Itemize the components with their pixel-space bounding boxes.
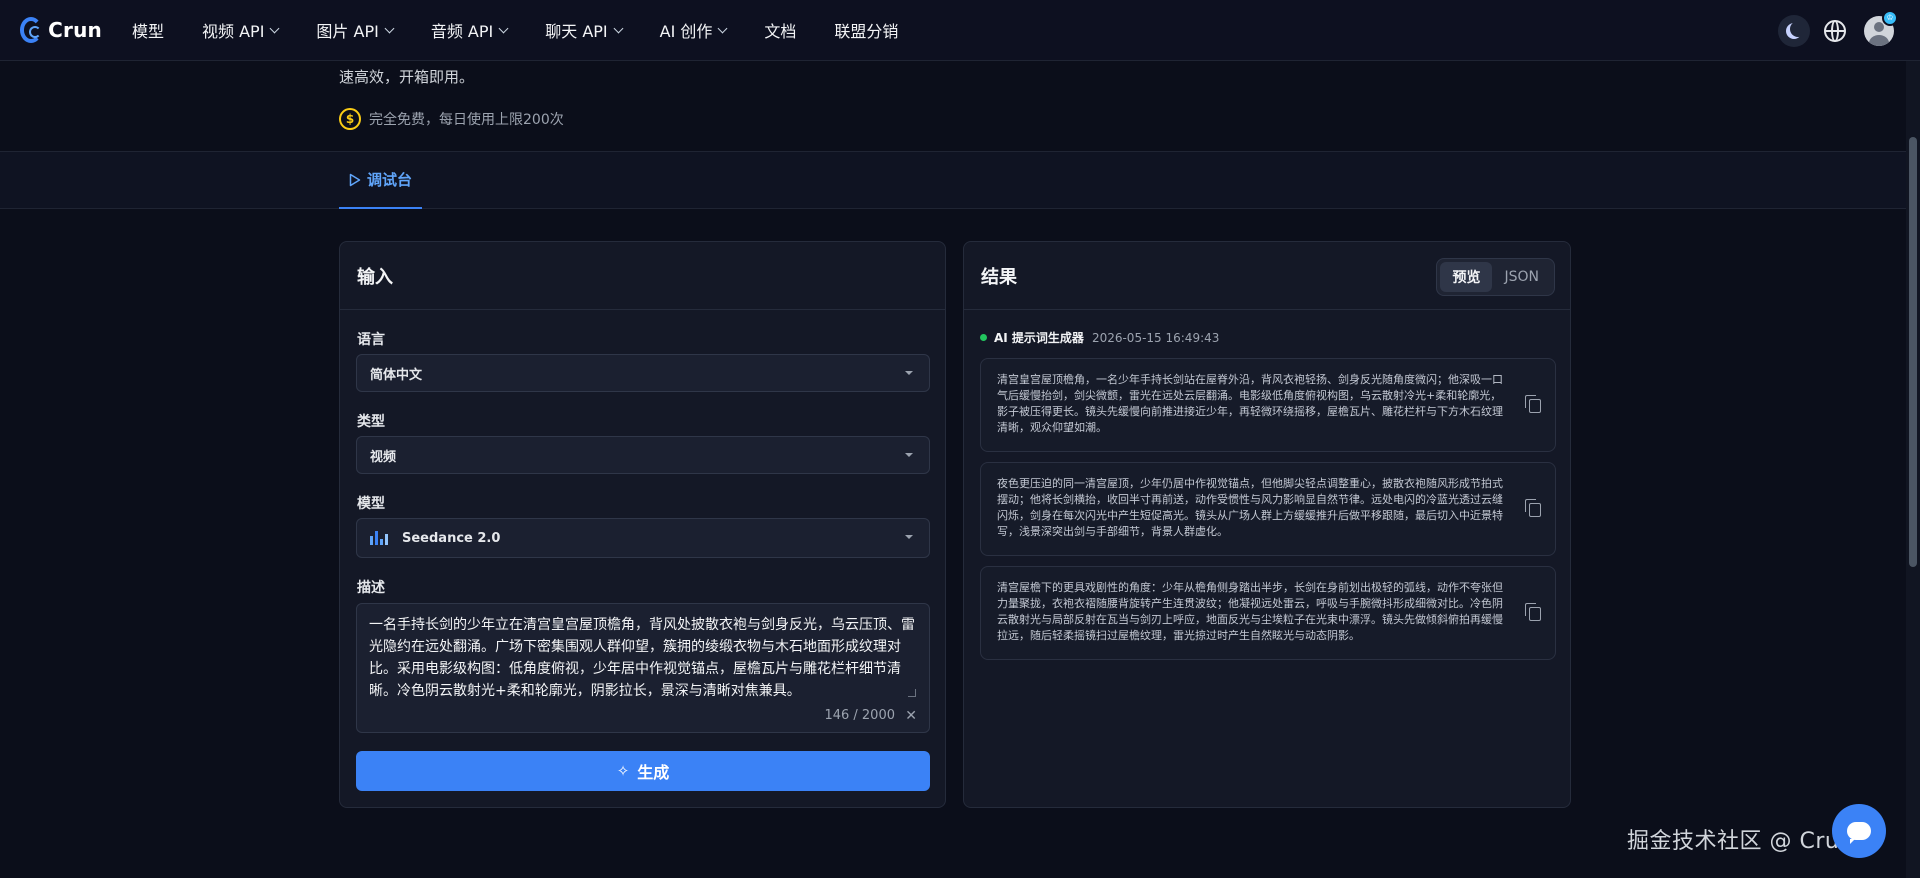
chevron-down-icon bbox=[613, 23, 624, 33]
tab-label: 调试台 bbox=[367, 171, 413, 189]
result-card: 夜色更压迫的同一清宫屋顶，少年仍居中作视觉锚点，但他脚尖轻点调整重心，披散衣袍随… bbox=[980, 462, 1556, 556]
type-label: 类型 bbox=[357, 414, 385, 430]
result-text: 清宫皇宫屋顶檐角，一名少年手持长剑站在屋脊外沿，背风衣袍轻扬、剑身反光随角度微闪… bbox=[997, 373, 1503, 434]
nav-item-label: 文档 bbox=[764, 22, 797, 41]
free-usage-text: 完全免费，每日使用上限200次 bbox=[369, 112, 564, 128]
input-panel: 输入 语言 简体中文 类型 视频 模型 Seedance 2.0 描述 一名手持… bbox=[339, 241, 946, 808]
nav-actions: ♔ bbox=[1778, 0, 1920, 61]
language-select[interactable]: 简体中文 bbox=[356, 354, 930, 392]
result-panel-title: 结果 bbox=[981, 266, 1017, 288]
caret-down-icon bbox=[905, 371, 913, 375]
result-source: AI 提示词生成器 bbox=[994, 331, 1084, 345]
result-text: 夜色更压迫的同一清宫屋顶，少年仍居中作视觉锚点，但他脚尖轻点调整重心，披散衣袍随… bbox=[997, 477, 1503, 538]
chat-support-button[interactable] bbox=[1832, 804, 1886, 858]
generate-label: 生成 bbox=[637, 763, 670, 782]
model-select[interactable]: Seedance 2.0 bbox=[356, 518, 930, 558]
nav-item-label: 音频 API bbox=[430, 22, 494, 41]
chat-bubble-icon bbox=[1847, 822, 1871, 844]
nav-item-label: 图片 API bbox=[316, 22, 379, 41]
description-label: 描述 bbox=[357, 580, 385, 596]
nav-item-image-api[interactable]: 图片 API bbox=[316, 18, 395, 42]
result-panel: 结果 预览 JSON AI 提示词生成器 2026-05-15 16:49:43… bbox=[963, 241, 1571, 808]
theme-toggle-button[interactable] bbox=[1778, 14, 1810, 47]
nav-item-label: 模型 bbox=[132, 22, 165, 41]
model-label: 模型 bbox=[357, 496, 385, 512]
caret-down-icon bbox=[905, 535, 913, 539]
nav-item-label: 聊天 API bbox=[545, 22, 608, 41]
description-textarea[interactable]: 一名手持长剑的少年立在清宫皇宫屋顶檐角，背风处披散衣袍与剑身反光，乌云压顶、雷光… bbox=[356, 603, 930, 733]
play-icon bbox=[349, 173, 361, 186]
copy-icon[interactable] bbox=[1525, 395, 1541, 413]
input-panel-title: 输入 bbox=[357, 266, 393, 288]
page-scrollbar[interactable] bbox=[1906, 61, 1920, 878]
char-counter: 146 / 2000 bbox=[824, 708, 895, 723]
result-card: 清宫皇宫屋顶檐角，一名少年手持长剑站在屋脊外沿，背风衣袍轻扬、剑身反光随角度微闪… bbox=[980, 358, 1556, 452]
input-panel-header: 输入 bbox=[340, 242, 945, 310]
moon-icon bbox=[1790, 21, 1806, 37]
nav-item-affiliate[interactable]: 联盟分销 bbox=[834, 18, 898, 42]
nav-item-video-api[interactable]: 视频 API bbox=[202, 18, 280, 42]
logo-text: Crun bbox=[48, 18, 102, 42]
globe-icon[interactable] bbox=[1824, 19, 1846, 42]
language-value: 简体中文 bbox=[370, 367, 423, 383]
nav-item-docs[interactable]: 文档 bbox=[764, 18, 796, 42]
status-dot-icon bbox=[980, 334, 987, 341]
preview-toggle-button[interactable]: 预览 bbox=[1440, 262, 1493, 292]
nav-item-ai-creation[interactable]: AI 创作 bbox=[659, 18, 728, 42]
nav-item-label: 联盟分销 bbox=[834, 22, 899, 41]
nav-menu: 模型 视频 API 图片 API 音频 API 聊天 API AI 创作 文档 … bbox=[132, 18, 936, 42]
json-toggle-button[interactable]: JSON bbox=[1492, 262, 1551, 292]
clear-icon[interactable]: ✕ bbox=[905, 708, 917, 724]
copy-icon[interactable] bbox=[1525, 499, 1541, 517]
logo[interactable]: Crun bbox=[20, 17, 102, 43]
intro-text: 速高效，开箱即用。 bbox=[339, 68, 475, 86]
model-value: Seedance 2.0 bbox=[402, 530, 501, 546]
view-toggle: 预览 JSON bbox=[1436, 258, 1555, 296]
free-usage-info: $ 完全免费，每日使用上限200次 bbox=[339, 108, 564, 130]
description-text: 一名手持长剑的少年立在清宫皇宫屋顶檐角，背风处披散衣袍与剑身反光，乌云压顶、雷光… bbox=[369, 617, 915, 699]
seedance-model-icon bbox=[370, 531, 390, 545]
nav-item-audio-api[interactable]: 音频 API bbox=[430, 18, 509, 42]
result-card: 清宫屋檐下的更具戏剧性的角度：少年从檐角侧身踏出半步，长剑在身前划出极轻的弧线，… bbox=[980, 566, 1556, 660]
chevron-down-icon bbox=[384, 23, 395, 33]
resize-handle-icon[interactable] bbox=[908, 689, 916, 697]
result-meta: AI 提示词生成器 2026-05-15 16:49:43 bbox=[980, 329, 1219, 346]
nav-item-models[interactable]: 模型 bbox=[132, 18, 164, 42]
language-label: 语言 bbox=[357, 332, 385, 348]
tab-bar: 调试台 bbox=[0, 151, 1906, 209]
crun-logo-icon bbox=[20, 17, 43, 43]
chevron-down-icon bbox=[498, 23, 509, 33]
chevron-down-icon bbox=[269, 23, 280, 33]
vip-badge-icon: ♔ bbox=[1882, 10, 1898, 26]
nav-item-label: 视频 API bbox=[202, 22, 265, 41]
nav-item-chat-api[interactable]: 聊天 API bbox=[545, 18, 624, 42]
tab-debug-console[interactable]: 调试台 bbox=[339, 152, 423, 209]
copy-icon[interactable] bbox=[1525, 603, 1541, 621]
nav-item-label: AI 创作 bbox=[659, 22, 713, 41]
chevron-down-icon bbox=[717, 23, 728, 33]
result-timestamp: 2026-05-15 16:49:43 bbox=[1091, 330, 1220, 345]
top-nav: Crun 模型 视频 API 图片 API 音频 API 聊天 API AI 创… bbox=[0, 0, 1920, 61]
type-value: 视频 bbox=[370, 449, 397, 465]
coin-icon: $ bbox=[339, 108, 361, 130]
sparkle-icon: ✧ bbox=[616, 762, 630, 780]
caret-down-icon bbox=[905, 453, 913, 457]
result-text: 清宫屋檐下的更具戏剧性的角度：少年从檐角侧身踏出半步，长剑在身前划出极轻的弧线，… bbox=[997, 581, 1503, 642]
scrollbar-thumb[interactable] bbox=[1909, 137, 1917, 567]
type-select[interactable]: 视频 bbox=[356, 436, 930, 474]
generate-button[interactable]: ✧ 生成 bbox=[356, 751, 930, 791]
